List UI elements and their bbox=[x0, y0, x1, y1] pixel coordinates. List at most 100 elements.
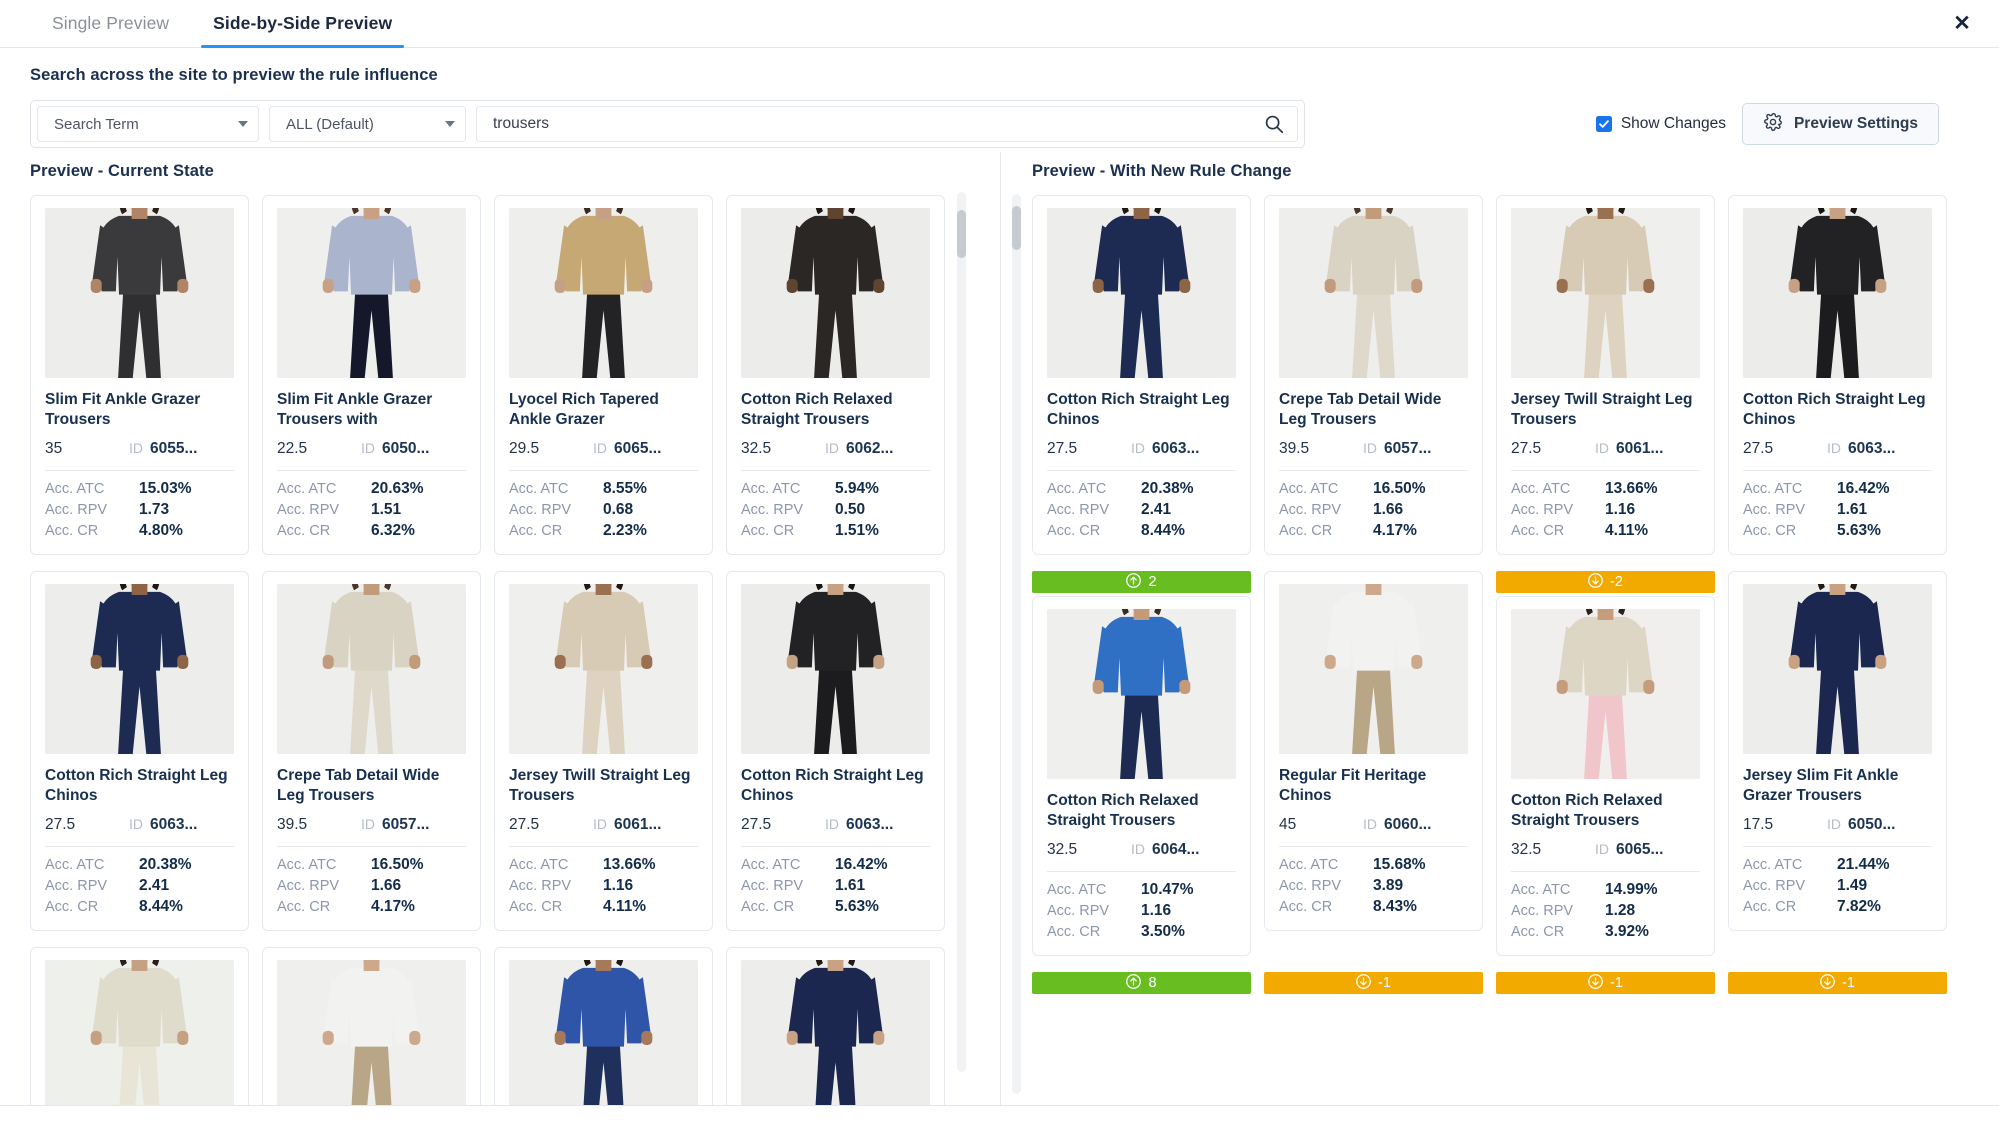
product-meta: 32.5 ID 6065... bbox=[1511, 841, 1700, 859]
rank-change-badge: -1 bbox=[1496, 972, 1715, 994]
product-grid-current: Slim Fit Ankle Grazer Trousers 35 ID 605… bbox=[30, 195, 945, 1131]
metric-key: Acc. RPV bbox=[1511, 903, 1574, 919]
metric-key: Acc. CR bbox=[509, 523, 563, 539]
show-changes-label: Show Changes bbox=[1620, 115, 1726, 132]
left-panel-scrollbar[interactable] bbox=[957, 192, 966, 1072]
product-card[interactable]: Cotton Rich Straight Leg Chinos 27.5 ID … bbox=[1032, 195, 1251, 555]
product-card[interactable] bbox=[30, 947, 249, 1131]
metric-key: Acc. ATC bbox=[1743, 481, 1803, 497]
product-card-slot-partial: -1 bbox=[1728, 972, 1947, 997]
product-meta: 39.5 ID 6057... bbox=[277, 816, 466, 834]
product-card[interactable]: Jersey Slim Fit Ankle Grazer Trousers 17… bbox=[1728, 571, 1947, 931]
metric-key: Acc. CR bbox=[1511, 523, 1565, 539]
metric-value: 3.92% bbox=[1605, 923, 1649, 940]
product-image bbox=[1047, 208, 1236, 378]
search-scope-select[interactable]: ALL (Default) bbox=[269, 106, 466, 142]
product-title: Regular Fit Heritage Chinos bbox=[1279, 767, 1427, 804]
metric-row: Acc. CR 3.92% bbox=[1511, 923, 1700, 941]
product-id-value: 6050... bbox=[382, 440, 430, 457]
panel-new-rule-change-scroll[interactable]: Cotton Rich Straight Leg Chinos 27.5 ID … bbox=[1032, 195, 1969, 1131]
show-changes-checkbox[interactable]: Show Changes bbox=[1595, 115, 1726, 133]
metric-value: 15.68% bbox=[1373, 856, 1426, 873]
product-card[interactable]: Cotton Rich Straight Leg Chinos 27.5 ID … bbox=[726, 571, 945, 931]
rank-change-badge: -2 bbox=[1496, 571, 1715, 593]
product-id-label: ID bbox=[825, 440, 839, 456]
product-meta: 27.5 ID 6063... bbox=[45, 816, 234, 834]
product-card[interactable]: Cotton Rich Relaxed Straight Trousers 32… bbox=[1032, 596, 1251, 956]
product-metrics: Acc. ATC 16.42% Acc. RPV 1.61 Acc. CR 5.… bbox=[741, 856, 930, 916]
metric-row: Acc. ATC 8.55% bbox=[509, 480, 698, 498]
left-panel-scrollbar-thumb[interactable] bbox=[957, 210, 966, 258]
metric-value: 8.44% bbox=[1141, 522, 1185, 539]
search-term-select[interactable]: Search Term bbox=[37, 106, 259, 142]
metric-key: Acc. CR bbox=[1047, 924, 1101, 940]
search-input[interactable] bbox=[493, 115, 1263, 133]
metric-row: Acc. CR 6.32% bbox=[277, 522, 466, 540]
product-image bbox=[1743, 584, 1932, 754]
metric-value: 8.44% bbox=[139, 898, 183, 915]
product-price: 32.5 bbox=[741, 440, 772, 457]
product-meta: 17.5 ID 6050... bbox=[1743, 816, 1932, 834]
product-id-value: 6063... bbox=[846, 816, 894, 833]
metric-key: Acc. RPV bbox=[277, 502, 340, 518]
product-id-value: 6061... bbox=[1616, 440, 1664, 457]
product-meta: 22.5 ID 6050... bbox=[277, 440, 466, 458]
close-icon[interactable]: ✕ bbox=[1947, 9, 1977, 39]
product-meta: 32.5 ID 6062... bbox=[741, 440, 930, 458]
metric-key: Acc. ATC bbox=[1047, 882, 1107, 898]
product-card[interactable]: Jersey Twill Straight Leg Trousers 27.5 … bbox=[494, 571, 713, 931]
center-scrollbar-thumb[interactable] bbox=[1012, 206, 1021, 250]
tab-side-by-side-preview[interactable]: Side-by-Side Preview bbox=[191, 0, 414, 48]
card-divider bbox=[741, 846, 930, 847]
product-metrics: Acc. ATC 10.47% Acc. RPV 1.16 Acc. CR 3.… bbox=[1047, 881, 1236, 941]
tab-single-preview[interactable]: Single Preview bbox=[30, 0, 191, 47]
product-card[interactable]: Cotton Rich Straight Leg Chinos 27.5 ID … bbox=[30, 571, 249, 931]
product-card[interactable] bbox=[726, 947, 945, 1131]
product-price: 29.5 bbox=[509, 440, 540, 457]
metric-key: Acc. CR bbox=[277, 899, 331, 915]
product-price: 45 bbox=[1279, 816, 1297, 833]
product-title: Crepe Tab Detail Wide Leg Trousers bbox=[277, 767, 440, 804]
metric-key: Acc. ATC bbox=[1511, 882, 1571, 898]
metric-row: Acc. CR 8.43% bbox=[1279, 898, 1468, 916]
product-card[interactable]: Cotton Rich Straight Leg Chinos 27.5 ID … bbox=[1728, 195, 1947, 555]
product-card[interactable]: Crepe Tab Detail Wide Leg Trousers 39.5 … bbox=[262, 571, 481, 931]
metric-row: Acc. CR 7.82% bbox=[1743, 898, 1932, 916]
product-image bbox=[1511, 609, 1700, 779]
search-icon[interactable] bbox=[1263, 113, 1285, 135]
rank-change-badge: 8 bbox=[1032, 972, 1251, 994]
product-card[interactable]: Cotton Rich Relaxed Straight Trousers 32… bbox=[1496, 596, 1715, 956]
metric-key: Acc. ATC bbox=[1279, 481, 1339, 497]
product-price: 39.5 bbox=[277, 816, 308, 833]
metric-value: 8.55% bbox=[603, 480, 647, 497]
preview-settings-button[interactable]: Preview Settings bbox=[1741, 103, 1939, 145]
metric-value: 3.50% bbox=[1141, 923, 1185, 940]
close-icon-glyph: ✕ bbox=[1953, 12, 1971, 35]
product-card[interactable]: Slim Fit Ankle Grazer Trousers with 22.5… bbox=[262, 195, 481, 555]
product-id-label: ID bbox=[1827, 440, 1841, 456]
metric-row: Acc. ATC 15.03% bbox=[45, 480, 234, 498]
panel-current-state-scroll[interactable]: Slim Fit Ankle Grazer Trousers 35 ID 605… bbox=[30, 195, 1000, 1131]
product-id-value: 6063... bbox=[150, 816, 198, 833]
metric-row: Acc. ATC 21.44% bbox=[1743, 856, 1932, 874]
metric-value: 4.17% bbox=[371, 898, 415, 915]
product-id-label: ID bbox=[361, 816, 375, 832]
product-id-label: ID bbox=[1131, 440, 1145, 456]
product-card[interactable] bbox=[494, 947, 713, 1131]
product-card[interactable] bbox=[262, 947, 481, 1131]
product-price: 27.5 bbox=[1511, 440, 1542, 457]
product-card[interactable]: Regular Fit Heritage Chinos 45 ID 6060..… bbox=[1264, 571, 1483, 931]
product-card[interactable]: Lyocel Rich Tapered Ankle Grazer 29.5 ID… bbox=[494, 195, 713, 555]
metric-row: Acc. CR 4.11% bbox=[1511, 522, 1700, 540]
product-card[interactable]: Jersey Twill Straight Leg Trousers 27.5 … bbox=[1496, 195, 1715, 555]
product-card[interactable]: Cotton Rich Relaxed Straight Trousers 32… bbox=[726, 195, 945, 555]
bottom-strip bbox=[0, 1105, 1999, 1131]
arrow-up-circle-icon bbox=[1126, 973, 1142, 993]
product-card-slot: Jersey Slim Fit Ankle Grazer Trousers 17… bbox=[1728, 571, 1947, 956]
product-card[interactable]: Crepe Tab Detail Wide Leg Trousers 39.5 … bbox=[1264, 195, 1483, 555]
arrow-down-circle-icon bbox=[1588, 973, 1603, 993]
center-scrollbar[interactable] bbox=[1012, 194, 1021, 1094]
product-card[interactable]: Slim Fit Ankle Grazer Trousers 35 ID 605… bbox=[30, 195, 249, 555]
metric-row: Acc. CR 5.63% bbox=[741, 898, 930, 916]
product-card-slot: Cotton Rich Straight Leg Chinos 27.5 ID … bbox=[1728, 195, 1947, 555]
